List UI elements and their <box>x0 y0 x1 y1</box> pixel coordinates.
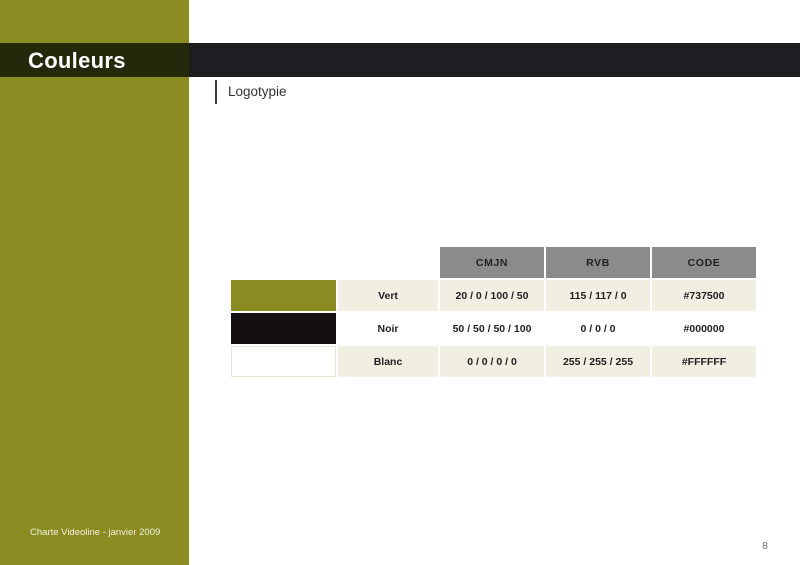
color-swatch-noir <box>231 313 336 344</box>
color-name: Blanc <box>338 346 438 377</box>
table-row: Blanc 0 / 0 / 0 / 0 255 / 255 / 255 #FFF… <box>231 346 756 377</box>
column-header-code: CODE <box>652 247 756 278</box>
footer-note: Charte Videoline - janvier 2009 <box>30 527 161 538</box>
color-name: Vert <box>338 280 438 311</box>
table-row: Vert 20 / 0 / 100 / 50 115 / 117 / 0 #73… <box>231 280 756 311</box>
page-title: Couleurs <box>28 48 126 73</box>
color-code: #FFFFFF <box>652 346 756 377</box>
color-swatch-cell <box>231 280 336 311</box>
slide-canvas: Couleurs Logotypie CMJN RVB CODE Vert 20… <box>0 0 800 565</box>
color-code: #737500 <box>652 280 756 311</box>
column-header-cmjn: CMJN <box>440 247 544 278</box>
table-header-row: CMJN RVB CODE <box>231 247 756 278</box>
column-header-rvb: RVB <box>546 247 650 278</box>
color-swatch-vert <box>231 280 336 311</box>
color-name: Noir <box>338 313 438 344</box>
color-swatch-cell <box>231 313 336 344</box>
sidebar-panel <box>0 0 189 565</box>
color-cmjn: 20 / 0 / 100 / 50 <box>440 280 544 311</box>
page-number: 8 <box>762 541 768 552</box>
color-rvb: 255 / 255 / 255 <box>546 346 650 377</box>
subtitle-label: Logotypie <box>228 84 287 99</box>
table-row: Noir 50 / 50 / 50 / 100 0 / 0 / 0 #00000… <box>231 313 756 344</box>
subtitle: Logotypie <box>215 80 287 104</box>
column-header-name <box>338 247 438 278</box>
title-band-right <box>189 43 800 77</box>
color-rvb: 115 / 117 / 0 <box>546 280 650 311</box>
color-swatch-blanc <box>231 346 336 377</box>
color-swatch-cell <box>231 346 336 377</box>
subtitle-rule-icon <box>215 80 217 104</box>
color-cmjn: 0 / 0 / 0 / 0 <box>440 346 544 377</box>
column-header-swatch <box>231 247 336 278</box>
color-cmjn: 50 / 50 / 50 / 100 <box>440 313 544 344</box>
color-code: #000000 <box>652 313 756 344</box>
color-rvb: 0 / 0 / 0 <box>546 313 650 344</box>
color-specification-table: CMJN RVB CODE Vert 20 / 0 / 100 / 50 115… <box>229 245 758 379</box>
